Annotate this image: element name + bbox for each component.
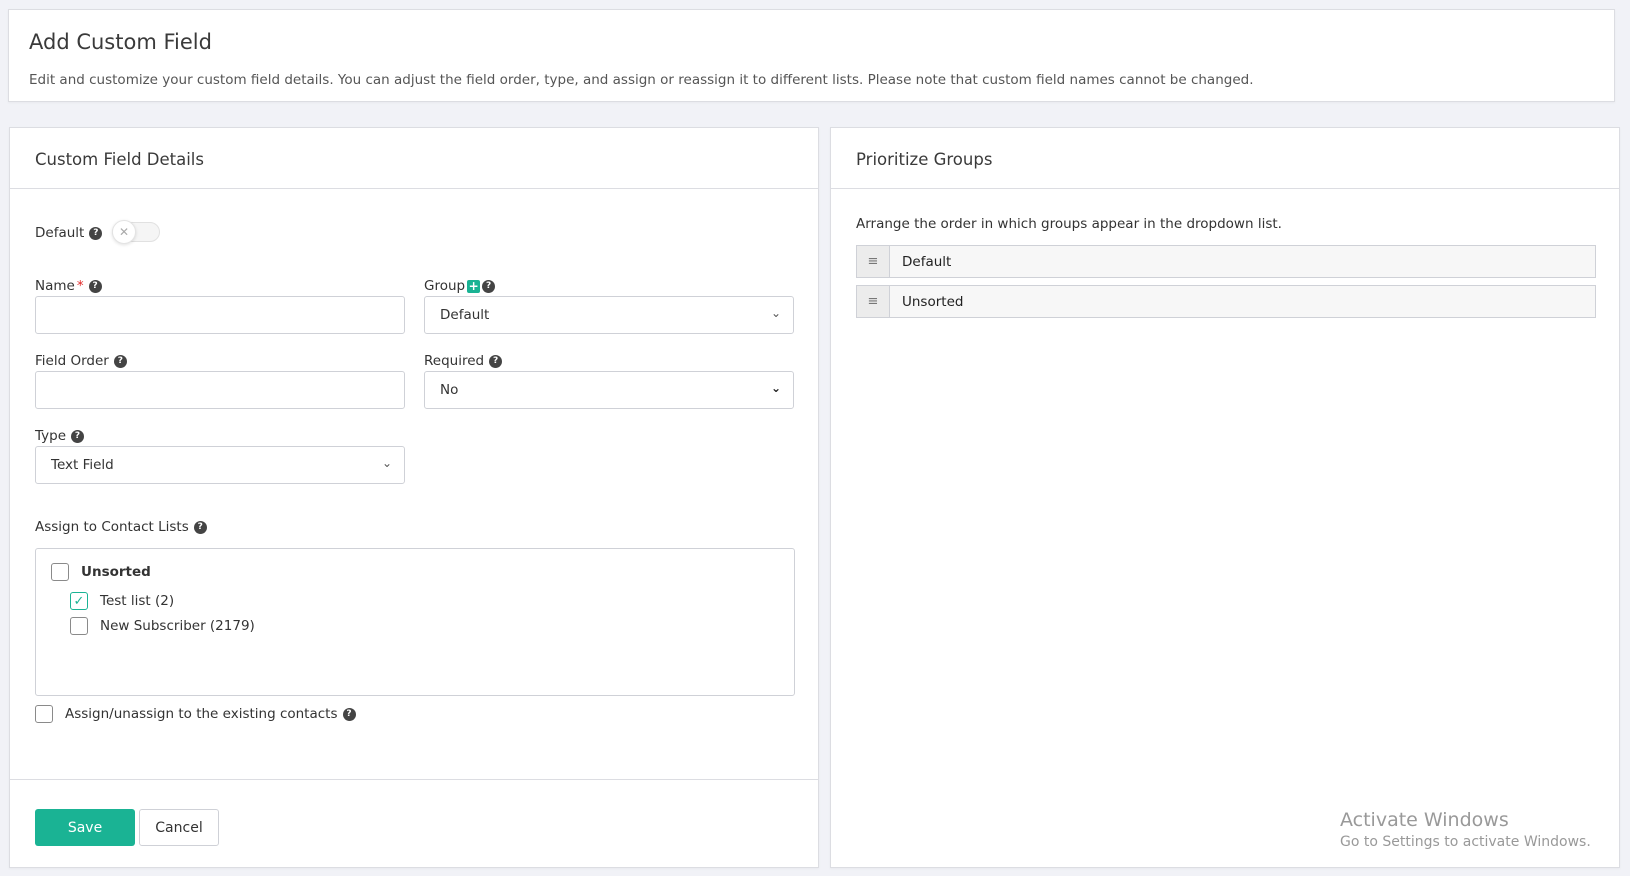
group-item[interactable]: ≡ Unsorted (856, 285, 1596, 318)
default-toggle[interactable]: ✕ (112, 220, 160, 244)
default-label-row: Default ? (35, 225, 103, 241)
drag-handle-icon[interactable]: ≡ (857, 286, 890, 317)
group-item-name: Default (902, 253, 952, 270)
default-label: Default (35, 225, 85, 241)
save-button[interactable]: Save (35, 809, 135, 846)
help-icon[interactable]: ? (342, 707, 356, 721)
type-select-value: Text Field (51, 457, 114, 473)
field-order-label: Field Order (35, 353, 109, 369)
list-group-checkbox[interactable] (51, 563, 69, 581)
contact-lists-box: Unsorted ✓ Test list (2) New Subscriber … (35, 548, 795, 696)
details-card-title: Custom Field Details (10, 128, 818, 189)
list-checkbox-new-subscriber[interactable] (70, 617, 88, 635)
chevron-down-icon: ⌄ (770, 306, 781, 320)
list-checkbox-test-list[interactable]: ✓ (70, 592, 88, 610)
watermark-subtitle: Go to Settings to activate Windows. (1340, 833, 1591, 850)
required-mark: * (76, 278, 84, 294)
help-icon[interactable]: ? (71, 429, 85, 443)
groups-description: Arrange the order in which groups appear… (856, 216, 1282, 232)
cancel-button[interactable]: Cancel (139, 809, 219, 846)
group-item[interactable]: ≡ Default (856, 245, 1596, 278)
chevron-down-icon: ⌄ (381, 456, 392, 470)
activate-windows-watermark: Activate Windows Go to Settings to activ… (1340, 808, 1591, 851)
page-description: Edit and customize your custom field det… (29, 72, 1254, 88)
name-label-row: Name * ? (35, 278, 102, 294)
list-label-test-list: Test list (2) (100, 593, 175, 609)
required-select-value: No (440, 382, 459, 398)
list-label-new-subscriber: New Subscriber (2179) (100, 618, 255, 634)
prioritize-groups-card: Prioritize Groups Arrange the order in w… (830, 127, 1620, 868)
assign-lists-label-row: Assign to Contact Lists ? (35, 519, 207, 535)
group-label: Group (424, 278, 466, 294)
help-icon[interactable]: ? (89, 226, 103, 240)
assign-existing-checkbox[interactable] (35, 705, 53, 723)
group-select-value: Default (440, 307, 490, 323)
assign-existing-label: Assign/unassign to the existing contacts (65, 706, 338, 722)
list-group-label: Unsorted (81, 564, 151, 580)
groups-card-title: Prioritize Groups (831, 128, 1619, 189)
page-title: Add Custom Field (29, 30, 212, 54)
help-icon[interactable]: ? (489, 354, 503, 368)
chevron-down-icon: ⌄ (770, 381, 781, 395)
check-icon: ✓ (73, 593, 85, 609)
plus-square-icon[interactable]: + (467, 279, 481, 293)
required-label-row: Required ? (424, 353, 503, 369)
assign-lists-label: Assign to Contact Lists (35, 519, 189, 535)
type-select[interactable]: Text Field ⌄ (35, 446, 405, 484)
type-label-row: Type ? (35, 428, 85, 444)
drag-handle-icon[interactable]: ≡ (857, 246, 890, 277)
required-label: Required (424, 353, 485, 369)
watermark-title: Activate Windows (1340, 809, 1509, 831)
field-order-input[interactable] (35, 371, 405, 409)
page-header: Add Custom Field Edit and customize your… (8, 9, 1615, 102)
group-select[interactable]: Default ⌄ (424, 296, 794, 334)
help-icon[interactable]: ? (88, 279, 102, 293)
field-order-label-row: Field Order ? (35, 353, 127, 369)
help-icon[interactable]: ? (113, 354, 127, 368)
x-icon: ✕ (112, 220, 136, 244)
group-item-name: Unsorted (902, 293, 964, 310)
custom-field-details-card: Custom Field Details Default ? ✕ Name * ?… (9, 127, 819, 868)
help-icon[interactable]: ? (193, 520, 207, 534)
assign-existing-label-row: Assign/unassign to the existing contacts… (65, 706, 356, 722)
name-label: Name (35, 278, 75, 294)
footer-divider (10, 779, 818, 780)
group-label-row: Group + ? (424, 278, 496, 294)
type-label: Type (35, 428, 67, 444)
help-icon[interactable]: ? (482, 279, 496, 293)
required-select[interactable]: No ⌄ (424, 371, 794, 409)
name-input[interactable] (35, 296, 405, 334)
